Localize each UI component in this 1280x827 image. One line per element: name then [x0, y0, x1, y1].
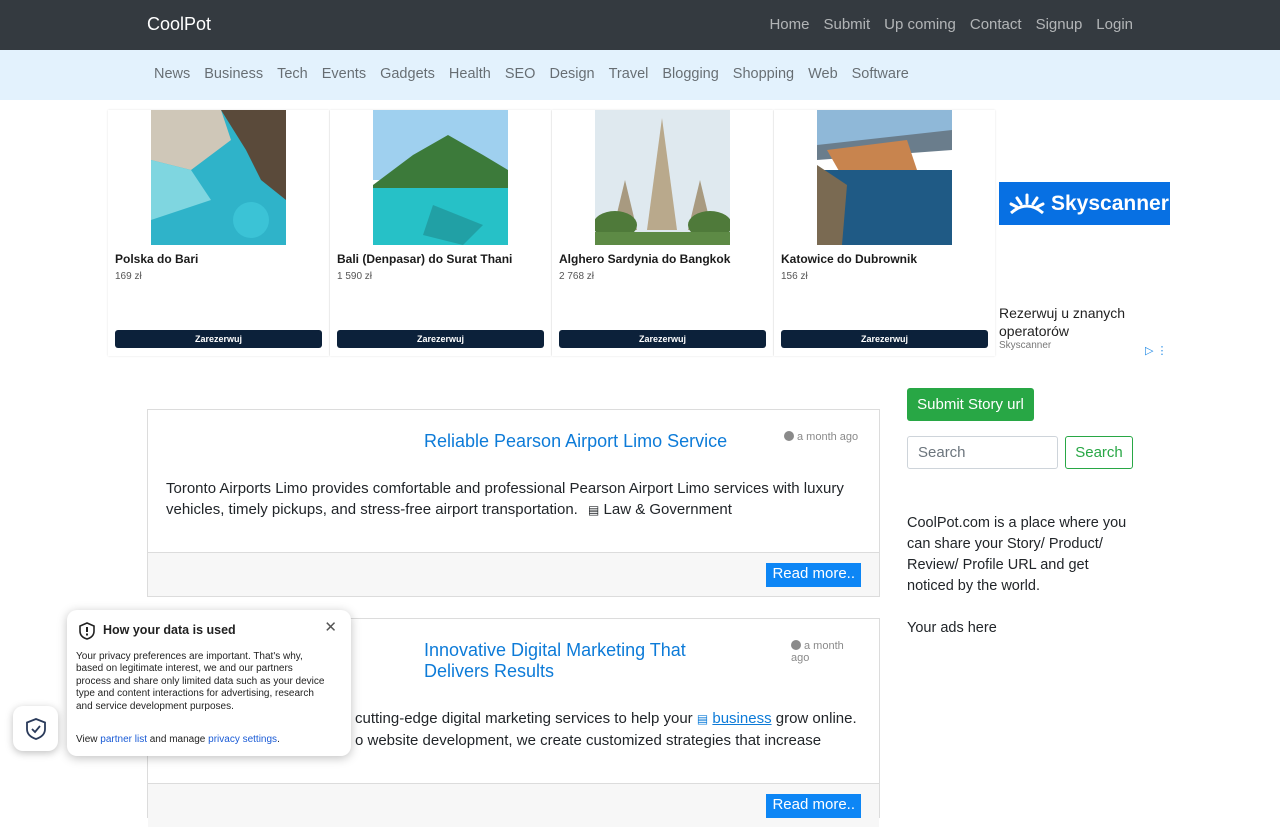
category-news[interactable]: News — [154, 66, 190, 82]
story-excerpt-line2: o website development, we create customi… — [355, 732, 822, 749]
ad-title: Bali (Denpasar) do Surat Thani — [337, 252, 513, 266]
nav-link-login[interactable]: Login — [1096, 16, 1133, 33]
story-excerpt: Toronto Airports Limo provides comfortab… — [166, 478, 846, 521]
skyscanner-wordmark: Skyscanner — [1051, 191, 1169, 215]
category-links: News Business Tech Events Gadgets Health… — [154, 66, 909, 82]
category-tech[interactable]: Tech — [277, 66, 308, 82]
story-category-link[interactable]: Law & Government — [604, 501, 732, 518]
ad-price: 169 zł — [115, 271, 142, 282]
story-title[interactable]: Innovative Digital Marketing That Delive… — [424, 640, 754, 682]
partner-list-link[interactable]: partner list — [100, 734, 147, 745]
ads-placeholder: Your ads here — [907, 620, 997, 636]
category-seo[interactable]: SEO — [505, 66, 536, 82]
skyscanner-logo[interactable]: Skyscanner — [999, 182, 1170, 225]
submit-story-button[interactable]: Submit Story url — [907, 388, 1034, 421]
brand-logo[interactable]: CoolPot — [147, 14, 211, 35]
ad-card[interactable]: Katowice do Dubrownik 156 zł Zarezerwuj — [774, 110, 995, 356]
ad-image-dubrovnik — [817, 110, 952, 245]
story-time-text: a month ago — [797, 431, 859, 443]
story-card-footer: Read more.. — [148, 783, 879, 827]
shield-check-icon — [25, 717, 46, 740]
ad-price: 1 590 zł — [337, 271, 373, 282]
site-about-text: CoolPot.com is a place where you can sha… — [907, 515, 1127, 594]
category-bar: News Business Tech Events Gadgets Health… — [0, 50, 1280, 100]
category-web[interactable]: Web — [808, 66, 838, 82]
privacy-body: Your privacy preferences are important. … — [76, 651, 325, 712]
book-button[interactable]: Zarezerwuj — [559, 330, 766, 348]
category-health[interactable]: Health — [449, 66, 491, 82]
ad-card[interactable]: Alghero Sardynia do Bangkok 2 768 zł Zar… — [552, 110, 773, 356]
story-card-footer: Read more.. — [148, 552, 879, 596]
book-button[interactable]: Zarezerwuj — [781, 330, 988, 348]
category-business[interactable]: Business — [204, 66, 263, 82]
nav-link-home[interactable]: Home — [769, 16, 809, 33]
story-excerpt-text: Toronto Airports Limo provides comfortab… — [166, 480, 844, 518]
privacy-title: How your data is used — [103, 623, 236, 637]
read-more-button[interactable]: Read more.. — [766, 794, 861, 818]
ad-headline[interactable]: Rezerwuj u znanych operatorów — [999, 304, 1174, 340]
ad-title: Alghero Sardynia do Bangkok — [559, 252, 731, 266]
category-shopping[interactable]: Shopping — [733, 66, 794, 82]
read-more-button[interactable]: Read more.. — [766, 563, 861, 587]
clock-icon — [784, 431, 794, 441]
story-excerpt-text: cutting-edge digital marketing services … — [355, 710, 693, 727]
travel-ad-strip: Polska do Bari 169 zł Zarezerwuj Bali (D… — [108, 110, 996, 356]
nav-link-signup[interactable]: Signup — [1036, 16, 1083, 33]
story-time: a month ago — [791, 640, 851, 664]
search-input[interactable] — [907, 436, 1058, 469]
privacy-footer-view: View — [76, 734, 98, 745]
ad-image-bari — [151, 110, 286, 245]
category-travel[interactable]: Travel — [609, 66, 649, 82]
ad-card[interactable]: Bali (Denpasar) do Surat Thani 1 590 zł … — [330, 110, 551, 356]
newspaper-icon: ▤ — [696, 712, 709, 726]
privacy-footer-end: . — [277, 734, 280, 745]
story-title[interactable]: Reliable Pearson Airport Limo Service — [424, 431, 754, 452]
ad-title: Polska do Bari — [115, 252, 199, 266]
privacy-footer-manage: and manage — [149, 734, 206, 745]
category-design[interactable]: Design — [549, 66, 594, 82]
privacy-settings-link[interactable]: privacy settings — [208, 734, 277, 745]
book-button[interactable]: Zarezerwuj — [115, 330, 322, 348]
nav-link-contact[interactable]: Contact — [970, 16, 1022, 33]
privacy-shield-button[interactable] — [13, 706, 58, 751]
nav-link-upcoming[interactable]: Up coming — [884, 16, 956, 33]
adchoices-icon[interactable]: ▷ ⋮ — [1145, 344, 1168, 357]
top-nav-links: Home Submit Up coming Contact Signup Log… — [769, 16, 1133, 33]
ad-source: Skyscanner — [999, 340, 1052, 351]
story-category-link[interactable]: business — [712, 710, 771, 727]
ad-image-surat-thani — [373, 110, 508, 245]
sunrise-icon — [1009, 193, 1045, 214]
category-software[interactable]: Software — [852, 66, 909, 82]
category-gadgets[interactable]: Gadgets — [380, 66, 435, 82]
nav-link-submit[interactable]: Submit — [823, 16, 870, 33]
privacy-footer: View partner list and manage privacy set… — [76, 734, 280, 745]
ad-image-bangkok — [595, 110, 730, 245]
story-card: Reliable Pearson Airport Limo Service a … — [147, 409, 880, 597]
category-events[interactable]: Events — [322, 66, 366, 82]
ad-price: 2 768 zł — [559, 271, 595, 282]
top-navbar: CoolPot Home Submit Up coming Contact Si… — [0, 0, 1280, 50]
clock-icon — [791, 640, 801, 650]
newspaper-icon: ▤ — [588, 503, 600, 517]
story-excerpt-text-end: grow online. — [775, 710, 857, 727]
close-icon[interactable]: ✕ — [324, 618, 337, 636]
story-excerpt: cutting-edge digital marketing services … — [355, 708, 865, 751]
story-time: a month ago — [784, 431, 858, 443]
privacy-popup: How your data is used ✕ Your privacy pre… — [67, 610, 351, 756]
ad-card[interactable]: Polska do Bari 169 zł Zarezerwuj — [108, 110, 329, 356]
ad-title: Katowice do Dubrownik — [781, 252, 918, 266]
search-button[interactable]: Search — [1065, 436, 1133, 469]
book-button[interactable]: Zarezerwuj — [337, 330, 544, 348]
ad-price: 156 zł — [781, 271, 808, 282]
category-blogging[interactable]: Blogging — [662, 66, 718, 82]
shield-icon — [79, 622, 95, 640]
